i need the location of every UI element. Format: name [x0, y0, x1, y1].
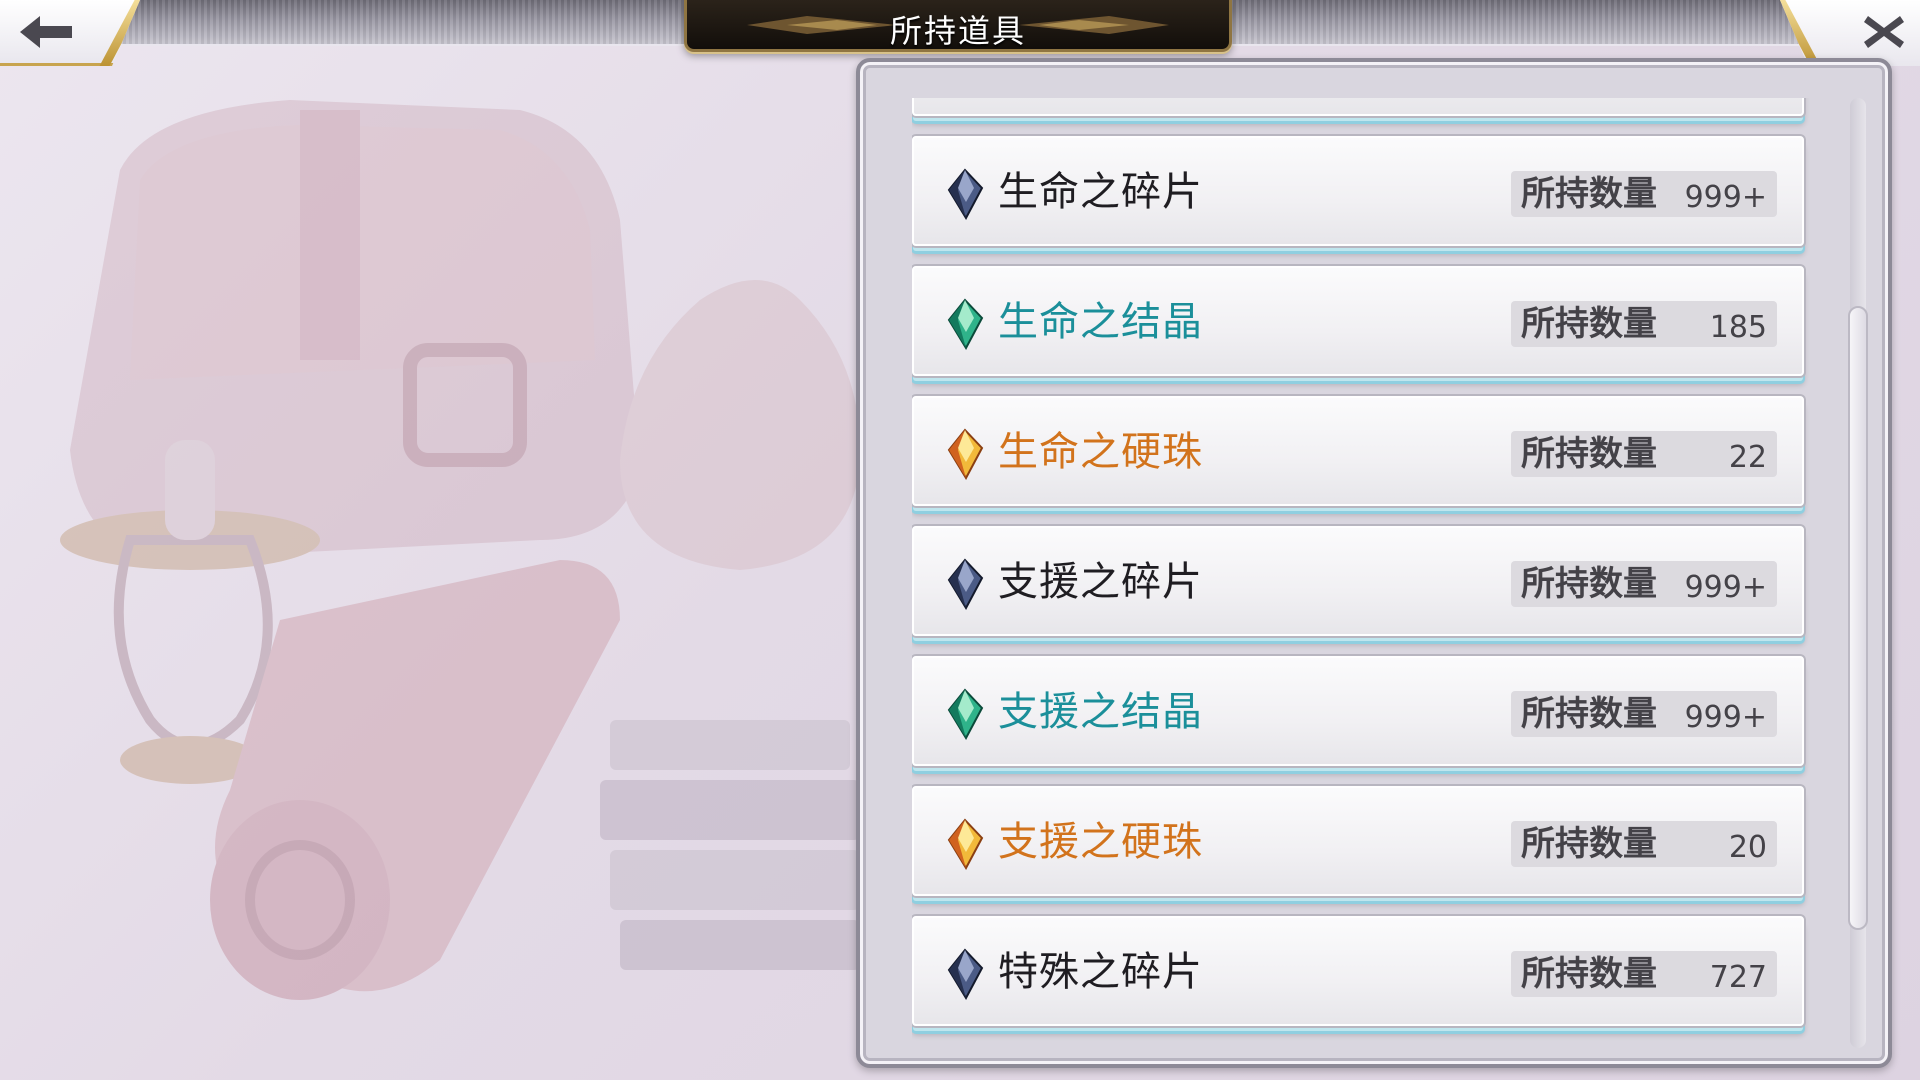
quantity-box: 所持数量 22: [1511, 431, 1777, 477]
item-row[interactable]: 支援之碎片 所持数量 999+: [912, 526, 1804, 636]
quantity-label: 所持数量: [1521, 954, 1657, 994]
arrow-left-icon: [20, 16, 72, 48]
quantity-label: 所持数量: [1521, 304, 1657, 344]
title-plate: 所持道具: [684, 0, 1232, 52]
quantity-label: 所持数量: [1521, 564, 1657, 604]
item-name: 生命之硬珠: [998, 429, 1203, 475]
gem-dark-blue-icon: [947, 168, 984, 220]
quantity-box: 所持数量 727: [1511, 951, 1777, 997]
background-illustration: [60, 100, 860, 1000]
item-name: 生命之结晶: [998, 299, 1203, 345]
close-icon: [1864, 16, 1904, 48]
quantity-value: 727: [1709, 960, 1767, 995]
quantity-label: 所持数量: [1521, 174, 1657, 214]
items-panel: 攻击之硬珠 所持数量 29 生命之碎片 所持数量 999+ 生命之结晶 所持数量…: [856, 58, 1892, 1068]
gem-dark-blue-icon: [947, 948, 984, 1000]
quantity-value: 185: [1709, 310, 1767, 345]
quantity-box: 所持数量 185: [1511, 301, 1777, 347]
item-name: 特殊之碎片: [998, 949, 1203, 995]
items-list: 攻击之硬珠 所持数量 29 生命之碎片 所持数量 999+ 生命之结晶 所持数量…: [912, 98, 1812, 1046]
quantity-box: 所持数量 999+: [1511, 691, 1777, 737]
quantity-value: 20: [1728, 830, 1767, 865]
item-name: 生命之碎片: [998, 169, 1203, 215]
item-row[interactable]: 生命之碎片 所持数量 999+: [912, 136, 1804, 246]
close-button[interactable]: [1780, 0, 1920, 66]
item-row[interactable]: 支援之结晶 所持数量 999+: [912, 656, 1804, 766]
quantity-label: 所持数量: [1521, 824, 1657, 864]
page-title: 所持道具: [889, 12, 1026, 50]
gem-green-icon: [947, 298, 984, 350]
quantity-value: 999+: [1684, 570, 1767, 605]
quantity-value: 999+: [1684, 180, 1767, 215]
quantity-box: 所持数量 999+: [1511, 561, 1777, 607]
gem-dark-blue-icon: [947, 558, 984, 610]
quantity-value: 22: [1728, 440, 1767, 475]
item-row[interactable]: 生命之结晶 所持数量 185: [912, 266, 1804, 376]
quantity-box: 所持数量 999+: [1511, 171, 1777, 217]
quantity-value: 999+: [1684, 700, 1767, 735]
item-name: 支援之碎片: [998, 559, 1203, 605]
item-row[interactable]: 支援之硬珠 所持数量 20: [912, 786, 1804, 896]
item-name: 支援之结晶: [998, 689, 1203, 735]
scrollbar-thumb[interactable]: [1848, 306, 1868, 930]
gem-gold-icon: [947, 818, 984, 870]
quantity-label: 所持数量: [1521, 694, 1657, 734]
item-row[interactable]: 攻击之硬珠 所持数量 29: [912, 98, 1804, 116]
item-row[interactable]: 生命之硬珠 所持数量 22: [912, 396, 1804, 506]
item-name: 支援之硬珠: [998, 819, 1203, 865]
gem-gold-icon: [947, 428, 984, 480]
quantity-box: 所持数量 20: [1511, 821, 1777, 867]
quantity-label: 所持数量: [1521, 434, 1657, 474]
items-list-viewport[interactable]: 攻击之硬珠 所持数量 29 生命之碎片 所持数量 999+ 生命之结晶 所持数量…: [912, 98, 1812, 1048]
gem-green-icon: [947, 688, 984, 740]
item-row[interactable]: 特殊之碎片 所持数量 727: [912, 916, 1804, 1026]
